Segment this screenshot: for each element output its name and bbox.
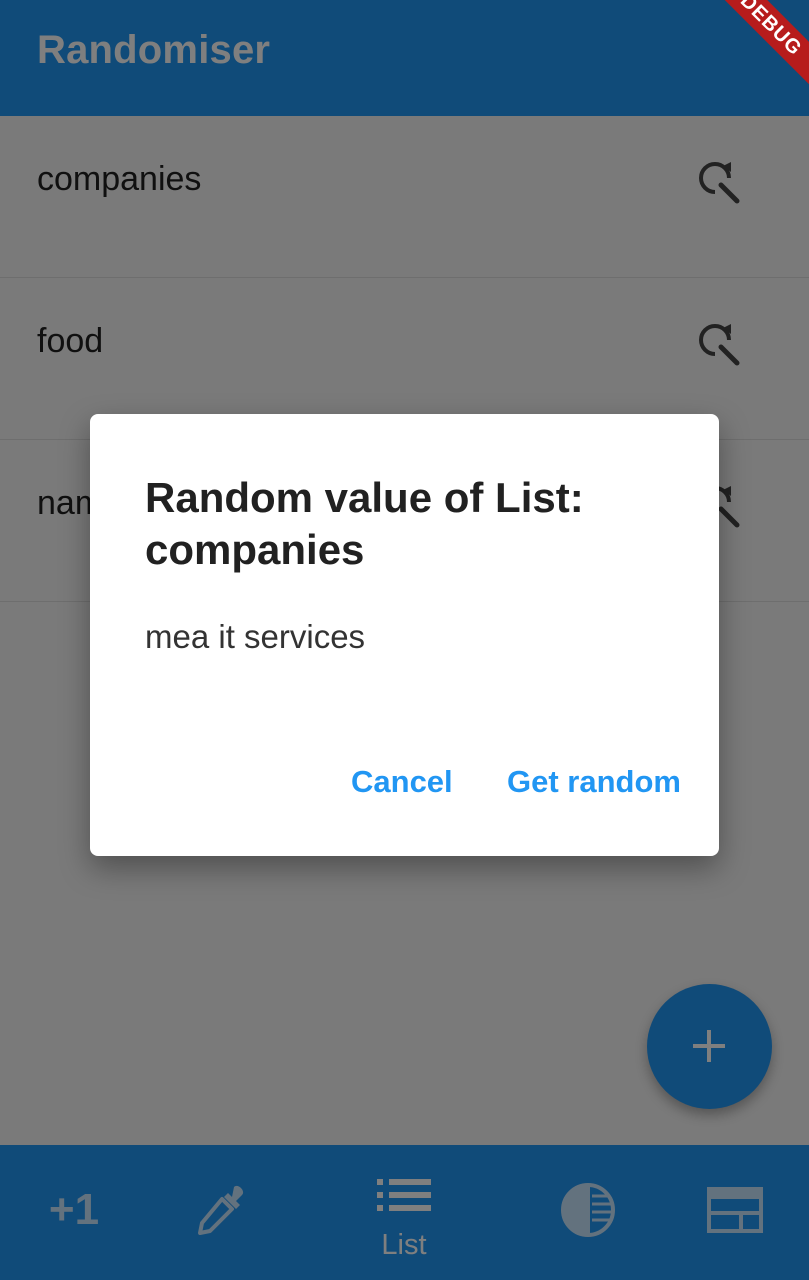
get-random-button[interactable]: Get random — [507, 764, 681, 800]
cancel-button[interactable]: Cancel — [351, 764, 453, 800]
dialog-actions: Cancel Get random — [351, 764, 681, 808]
random-value-text: mea it services — [145, 618, 366, 655]
random-value-dialog: Random value of List: companies mea it s… — [90, 414, 719, 856]
dialog-title: Random value of List: companies — [145, 474, 584, 573]
